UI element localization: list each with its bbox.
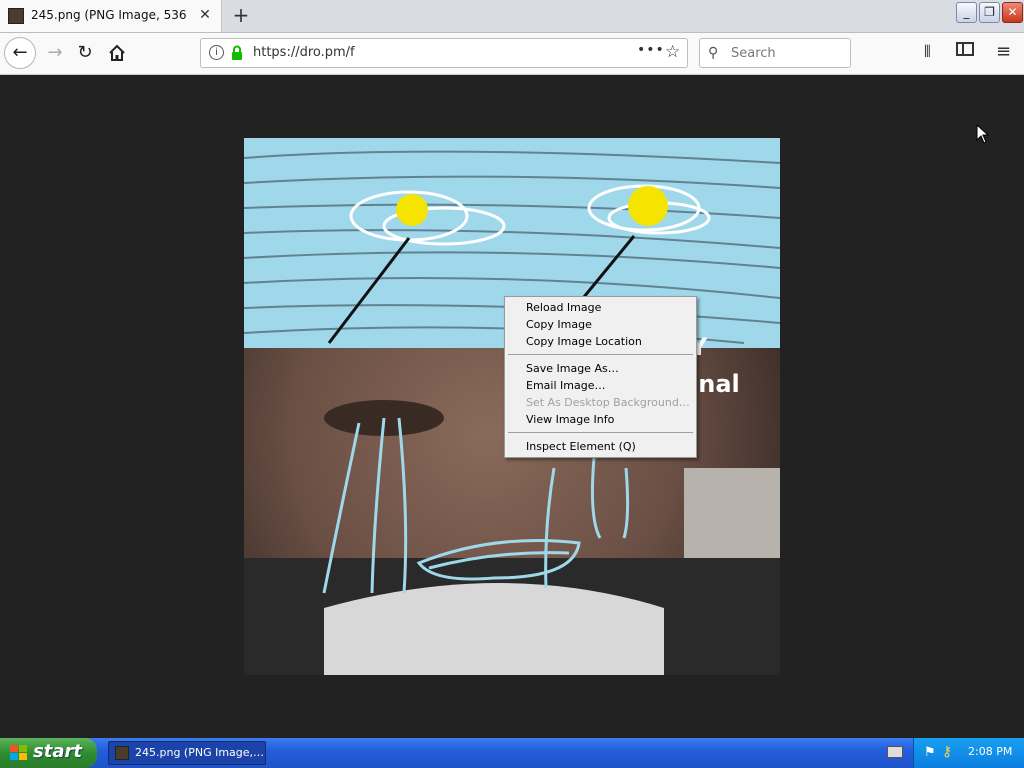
back-icon: ← <box>12 42 28 63</box>
url-bar[interactable]: i https://dro.pm/f ••• ☆ <box>200 38 688 68</box>
reload-button[interactable]: ↻ <box>70 38 100 68</box>
browser-task-icon <box>115 746 129 760</box>
menu-item-save-image-as[interactable]: Save Image As… <box>526 362 619 375</box>
network-icon[interactable]: ⚑ <box>924 745 936 760</box>
image-context-menu: Reload Image Copy Image Copy Image Locat… <box>504 296 697 458</box>
library-icon[interactable]: ⫴ <box>924 42 931 62</box>
back-button[interactable]: ← <box>4 37 36 69</box>
lock-icon[interactable] <box>231 45 243 61</box>
menu-item-reload-image[interactable]: Reload Image <box>526 301 601 314</box>
home-icon <box>109 44 125 61</box>
security-icon[interactable]: ⚷ <box>942 744 952 760</box>
tab-close-icon[interactable]: ✕ <box>196 6 214 24</box>
close-window-button[interactable]: ✕ <box>1002 2 1023 23</box>
minimize-button[interactable]: _ <box>956 2 977 23</box>
start-label: start <box>33 741 82 762</box>
menu-item-view-image-info[interactable]: View Image Info <box>526 413 614 426</box>
tab-favicon-icon <box>8 8 24 24</box>
menu-item-set-desktop-background: Set As Desktop Background… <box>526 396 690 409</box>
system-tray: ⚑ ⚷ 2:08 PM <box>913 738 1024 768</box>
url-text[interactable]: https://dro.pm/f <box>253 45 355 60</box>
maximize-button[interactable]: ❐ <box>979 2 1000 23</box>
bookmark-star-icon[interactable]: ☆ <box>665 42 680 62</box>
taskbar-item-label: 245.png (PNG Image,… <box>135 746 265 759</box>
search-input[interactable]: Search <box>731 46 776 61</box>
info-icon[interactable]: i <box>209 45 224 60</box>
sidebar-icon[interactable] <box>956 42 974 56</box>
clock[interactable]: 2:08 PM <box>968 745 1012 758</box>
menu-item-inspect-element[interactable]: Inspect Element (Q) <box>526 440 636 453</box>
home-button[interactable] <box>102 38 132 68</box>
menu-item-copy-image-location[interactable]: Copy Image Location <box>526 335 642 348</box>
mouse-cursor-icon <box>976 124 990 144</box>
menu-icon[interactable]: ≡ <box>996 41 1011 62</box>
windows-logo-icon <box>10 745 27 760</box>
page-actions-icon[interactable]: ••• <box>637 42 665 58</box>
reload-icon: ↻ <box>77 42 93 63</box>
menu-separator <box>508 432 693 433</box>
active-tab[interactable]: 245.png (PNG Image, 536 × 537 pixels) ✕ <box>0 0 222 32</box>
menu-item-copy-image[interactable]: Copy Image <box>526 318 592 331</box>
new-tab-button[interactable]: + <box>230 4 252 26</box>
menu-item-email-image[interactable]: Email Image… <box>526 379 605 392</box>
taskbar: start 245.png (PNG Image,… ⚑ ⚷ 2:08 PM <box>0 738 1024 768</box>
forward-icon: → <box>47 42 63 63</box>
menu-separator <box>508 354 693 355</box>
search-bar[interactable]: ⚲ Search <box>699 38 851 68</box>
taskbar-item-browser[interactable]: 245.png (PNG Image,… <box>108 741 266 765</box>
start-button[interactable]: start <box>0 738 97 768</box>
keyboard-icon[interactable] <box>887 746 903 758</box>
tab-title: 245.png (PNG Image, 536 × 537 pixels) <box>31 8 191 22</box>
image-overlay-text-2: inal <box>690 370 740 398</box>
search-icon: ⚲ <box>708 45 719 61</box>
navigation-toolbar: ← → ↻ i https://dro.pm/f ••• ☆ ⚲ Search … <box>0 33 1024 75</box>
tab-strip: 245.png (PNG Image, 536 × 537 pixels) ✕ … <box>0 0 1024 33</box>
forward-button[interactable]: → <box>40 38 70 68</box>
